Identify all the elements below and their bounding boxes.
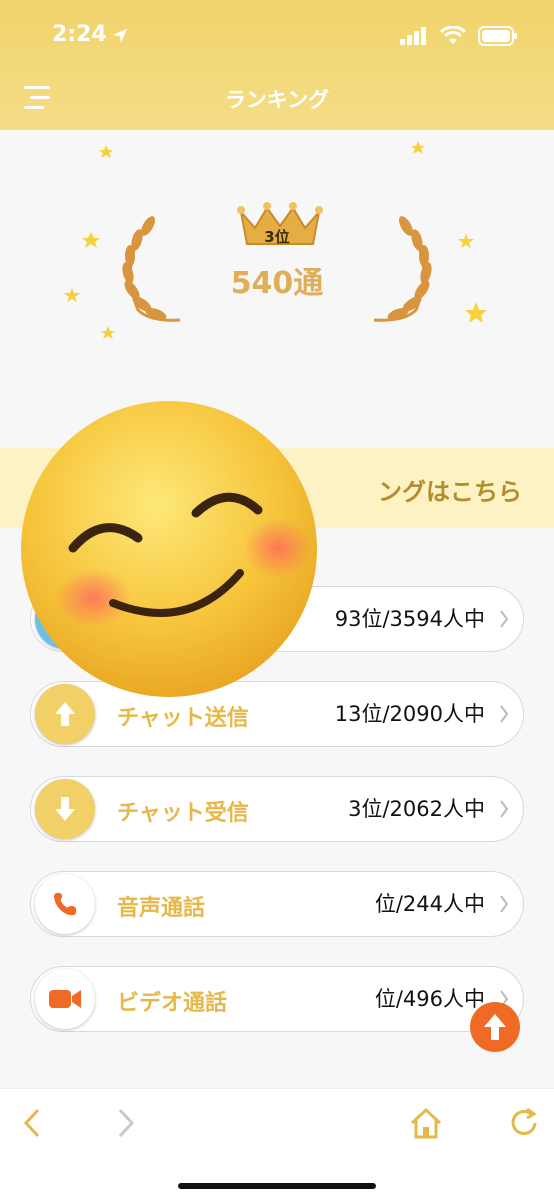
smiling-face-icon [21, 401, 317, 697]
chevron-right-icon [500, 800, 509, 818]
arrow-down-icon [35, 779, 95, 839]
rank-row-chat-receive[interactable]: チャット受信 3位/2062人中 [30, 776, 524, 842]
reload-icon [511, 1107, 537, 1135]
back-button[interactable] [10, 1101, 54, 1145]
home-indicator [178, 1183, 376, 1189]
chevron-right-icon [500, 610, 509, 628]
phone-icon [35, 874, 95, 934]
row-label: チャット受信 [117, 801, 249, 826]
bottom-toolbar [0, 1088, 554, 1200]
row-label: ビデオ通話 [117, 991, 228, 1016]
battery-icon [478, 26, 517, 46]
rank-position: 3位 [264, 228, 290, 246]
wifi-icon [440, 26, 466, 44]
video-icon [35, 969, 95, 1029]
scroll-top-button[interactable] [470, 1002, 520, 1052]
chevron-left-icon [23, 1108, 40, 1138]
reload-button[interactable] [502, 1101, 546, 1145]
chevron-right-icon [500, 895, 509, 913]
status-time: 2:24 [52, 22, 107, 47]
rank-row-video-call[interactable]: ビデオ通話 位/496人中 [30, 966, 524, 1032]
status-bar: 2:24 [0, 0, 554, 70]
total-count: 540通 [230, 266, 324, 301]
row-label: 音声通話 [117, 896, 206, 921]
row-value: 位/244人中 [374, 892, 485, 916]
rank-row-voice-call[interactable]: 音声通話 位/244人中 [30, 871, 524, 937]
header: ランキング [0, 70, 554, 130]
row-value: 93位/3594人中 [334, 607, 485, 631]
page-title: ランキング [224, 88, 330, 112]
signal-icon [400, 27, 426, 45]
row-label: チャット送信 [117, 706, 249, 731]
location-arrow-icon [113, 29, 127, 43]
arrow-up-icon [484, 1014, 506, 1040]
row-value: 3位/2062人中 [348, 797, 485, 821]
row-value: 13位/2090人中 [334, 702, 485, 726]
forward-button[interactable] [104, 1101, 148, 1145]
home-icon [410, 1107, 442, 1139]
status-icons [400, 26, 518, 46]
chevron-right-icon [500, 705, 509, 723]
chevron-right-icon [118, 1108, 135, 1138]
row-value: 位/496人中 [374, 987, 485, 1011]
home-button[interactable] [404, 1101, 448, 1145]
